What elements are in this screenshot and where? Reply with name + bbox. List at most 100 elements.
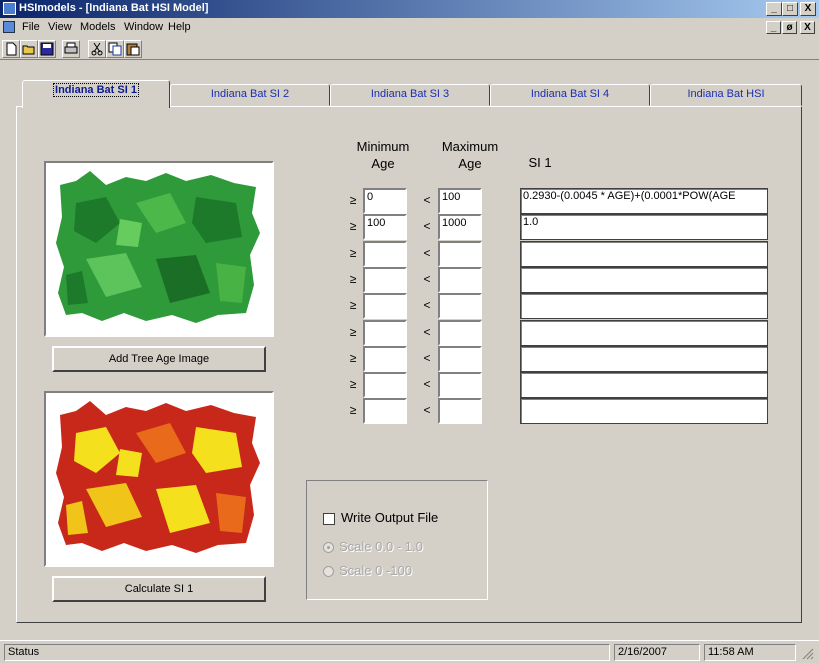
ge-symbol: ≥: [349, 298, 357, 312]
menu-bar: File View Models Window Help _ ø X: [0, 19, 819, 37]
min-age-field-6[interactable]: [363, 320, 407, 346]
menu-help[interactable]: Help: [168, 21, 191, 33]
maximize-button[interactable]: □: [782, 2, 798, 16]
menu-file[interactable]: File: [22, 21, 40, 33]
copy-button[interactable]: [106, 40, 124, 58]
si-formula-field-6[interactable]: [520, 320, 768, 346]
tree-age-image: [44, 161, 274, 337]
lt-symbol: <: [423, 351, 431, 365]
status-date: 2/16/2007: [614, 644, 700, 661]
si-formula-field-1[interactable]: 0.2930-(0.0045 * AGE)+(0.0001*POW(AGE: [520, 188, 768, 214]
paste-button[interactable]: [124, 40, 142, 58]
max-age-field-6[interactable]: [438, 320, 482, 346]
lt-symbol: <: [423, 272, 431, 286]
max-age-field-9[interactable]: [438, 398, 482, 424]
copy-icon: [108, 42, 122, 56]
tab-indiana-bat-si-2[interactable]: Indiana Bat SI 2: [170, 84, 330, 106]
ge-symbol: ≥: [349, 219, 357, 233]
child-minimize-button[interactable]: _: [766, 21, 781, 34]
menu-view[interactable]: View: [48, 21, 72, 33]
tab-indiana-bat-hsi[interactable]: Indiana Bat HSI: [650, 84, 802, 106]
save-button[interactable]: [38, 40, 56, 58]
print-icon: [64, 42, 78, 54]
min-age-header: Minimum Age: [356, 139, 410, 171]
tab-indiana-bat-si-3[interactable]: Indiana Bat SI 3: [330, 84, 490, 106]
ge-symbol: ≥: [349, 325, 357, 339]
max-age-field-4[interactable]: [438, 267, 482, 293]
ge-symbol: ≥: [349, 403, 357, 417]
window-title: HSImodels - [Indiana Bat HSI Model]: [19, 2, 209, 14]
new-button[interactable]: [2, 40, 20, 58]
scale-0-100-radio[interactable]: [323, 566, 334, 577]
si-formula-field-5[interactable]: [520, 293, 768, 319]
lt-symbol: <: [423, 325, 431, 339]
max-age-field-3[interactable]: [438, 241, 482, 267]
max-age-field-1[interactable]: 100: [438, 188, 482, 214]
min-age-field-5[interactable]: [363, 293, 407, 319]
ge-symbol: ≥: [349, 351, 357, 365]
si-result-map: [56, 401, 260, 553]
min-age-field-2[interactable]: 100: [363, 214, 407, 240]
child-close-button[interactable]: X: [800, 21, 815, 34]
ge-symbol: ≥: [349, 246, 357, 260]
scale-0-1-radio[interactable]: [323, 542, 334, 553]
min-age-field-4[interactable]: [363, 267, 407, 293]
lt-symbol: <: [423, 246, 431, 260]
lt-symbol: <: [423, 377, 431, 391]
open-button[interactable]: [20, 40, 38, 58]
tab-indiana-bat-si-4[interactable]: Indiana Bat SI 4: [490, 84, 650, 106]
toolbar: [0, 38, 819, 60]
status-time: 11:58 AM: [704, 644, 796, 661]
si-formula-field-9[interactable]: [520, 398, 768, 424]
si-formula-field-3[interactable]: [520, 241, 768, 267]
resize-grip-icon[interactable]: [800, 646, 814, 660]
min-age-field-7[interactable]: [363, 346, 407, 372]
tab-indiana-bat-si-1[interactable]: Indiana Bat SI 1: [22, 80, 170, 108]
add-tree-age-image-button[interactable]: Add Tree Age Image: [52, 346, 266, 372]
minimize-button[interactable]: _: [766, 2, 782, 16]
max-age-field-8[interactable]: [438, 372, 482, 398]
close-button[interactable]: X: [800, 2, 816, 16]
print-button[interactable]: [62, 40, 80, 58]
lt-symbol: <: [423, 403, 431, 417]
ge-symbol: ≥: [349, 377, 357, 391]
output-group: Write Output File Scale 0.0 - 1.0 Scale …: [306, 480, 488, 600]
si-result-image: [44, 391, 274, 567]
min-age-field-1[interactable]: 0: [363, 188, 407, 214]
app-icon[interactable]: [3, 2, 16, 15]
si-formula-field-8[interactable]: [520, 372, 768, 398]
min-age-field-3[interactable]: [363, 241, 407, 267]
lt-symbol: <: [423, 219, 431, 233]
max-age-header: Maximum Age: [441, 139, 499, 171]
status-text: Status: [4, 644, 610, 661]
cut-icon: [91, 42, 103, 56]
max-age-field-7[interactable]: [438, 346, 482, 372]
lt-symbol: <: [423, 298, 431, 312]
si-formula-field-7[interactable]: [520, 346, 768, 372]
document-icon[interactable]: [3, 21, 15, 33]
max-age-field-5[interactable]: [438, 293, 482, 319]
title-bar[interactable]: HSImodels - [Indiana Bat HSI Model] _ □ …: [0, 0, 819, 18]
tree-age-map: [56, 171, 260, 323]
scale-0-1-label: Scale 0.0 - 1.0: [339, 539, 423, 554]
status-bar: Status 2/16/2007 11:58 AM: [0, 640, 819, 662]
ge-symbol: ≥: [349, 193, 357, 207]
min-age-field-9[interactable]: [363, 398, 407, 424]
si-formula-field-2[interactable]: 1.0: [520, 214, 768, 240]
si-formula-field-4[interactable]: [520, 267, 768, 293]
save-icon: [40, 42, 54, 56]
new-icon: [6, 42, 17, 56]
child-restore-button[interactable]: ø: [782, 21, 797, 34]
menu-models[interactable]: Models: [80, 21, 115, 33]
scale-0-100-label: Scale 0 -100: [339, 563, 412, 578]
max-age-field-2[interactable]: 1000: [438, 214, 482, 240]
lt-symbol: <: [423, 193, 431, 207]
write-output-checkbox[interactable]: [323, 513, 335, 525]
si-header: SI 1: [528, 155, 552, 170]
calculate-si-1-button[interactable]: Calculate SI 1: [52, 576, 266, 602]
ge-symbol: ≥: [349, 272, 357, 286]
menu-window[interactable]: Window: [124, 21, 163, 33]
cut-button[interactable]: [88, 40, 106, 58]
open-icon: [22, 45, 35, 55]
min-age-field-8[interactable]: [363, 372, 407, 398]
